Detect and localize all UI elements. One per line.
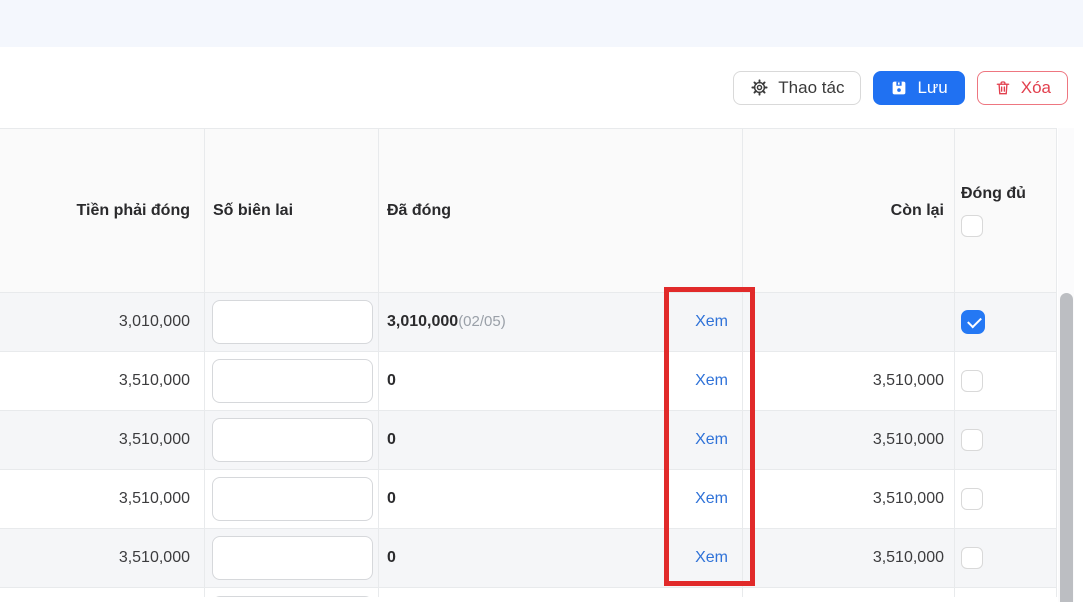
paid-cell: 3,010,000(02/05) Xem	[379, 293, 743, 351]
delete-button[interactable]: Xóa	[977, 71, 1068, 105]
receipt-number-input[interactable]	[212, 300, 373, 344]
paid-full-checkbox[interactable]	[961, 310, 985, 334]
save-button-label: Lưu	[917, 78, 947, 98]
receipt-number-cell	[205, 470, 379, 528]
view-link[interactable]: Xem	[695, 490, 728, 508]
paid-full-cell	[955, 470, 1057, 528]
remaining-cell	[743, 293, 955, 351]
receipt-number-input[interactable]	[212, 596, 373, 597]
paid-cell: 0 Xem	[379, 529, 743, 587]
paid-cell: 0 Xem	[379, 411, 743, 469]
paid-amount: 0	[387, 431, 396, 448]
delete-button-label: Xóa	[1021, 78, 1051, 98]
amount-due-cell: 3,510,000	[0, 470, 205, 528]
remaining-cell: 3,510,000	[743, 411, 955, 469]
paid-full-cell	[955, 529, 1057, 587]
actions-button[interactable]: Thao tác	[733, 71, 861, 105]
paid-amount: 3,010,000	[387, 313, 458, 330]
table-row: 3,510,000 0 Xem 3,510,000	[0, 529, 1057, 588]
paid-amount: 0	[387, 372, 396, 389]
receipt-number-input[interactable]	[212, 359, 373, 403]
payments-table: Tiền phải đóng Số biên lai Đã đóng Còn l…	[0, 128, 1057, 597]
paid-cell: 0 Xem	[379, 470, 743, 528]
receipt-number-cell	[205, 293, 379, 351]
actions-button-label: Thao tác	[778, 78, 844, 98]
paid-full-checkbox[interactable]	[961, 429, 983, 451]
remaining-cell: 3,510,000	[743, 470, 955, 528]
paid-full-checkbox[interactable]	[961, 370, 983, 392]
table-row: 3,510,000 0 Xem 3,510,000	[0, 352, 1057, 411]
page: Thao tác Lưu	[0, 0, 1083, 602]
view-link[interactable]: Xem	[695, 549, 728, 567]
vertical-scrollbar[interactable]	[1058, 128, 1074, 602]
amount-due-cell: 3,510,000	[0, 529, 205, 587]
receipt-number-input[interactable]	[212, 477, 373, 521]
amount-due-cell: 3,010,000	[0, 293, 205, 351]
remaining-cell: 3,510,000	[743, 352, 955, 410]
paid-full-cell	[955, 352, 1057, 410]
receipt-number-cell	[205, 411, 379, 469]
table-header-row: Tiền phải đóng Số biên lai Đã đóng Còn l…	[0, 129, 1057, 293]
save-button[interactable]: Lưu	[873, 71, 964, 105]
remaining-cell: 3,510,000	[743, 529, 955, 587]
paid-amount: 0	[387, 549, 396, 566]
view-link[interactable]: Xem	[695, 431, 728, 449]
view-link[interactable]: Xem	[695, 313, 728, 331]
scrollbar-thumb[interactable]	[1060, 293, 1073, 602]
select-all-checkbox[interactable]	[961, 215, 983, 237]
column-header-paid-full: Đóng đủ	[955, 129, 1057, 292]
column-header-paid: Đã đóng	[379, 129, 743, 292]
column-header-remaining: Còn lại	[743, 129, 955, 292]
table-row: 3,510,000 0 Xem 3,510,000	[0, 411, 1057, 470]
receipt-number-input[interactable]	[212, 418, 373, 462]
table-row-partial	[0, 588, 1057, 597]
table-row: 3,510,000 0 Xem 3,510,000	[0, 470, 1057, 529]
view-link[interactable]: Xem	[695, 372, 728, 390]
trash-icon	[994, 79, 1012, 97]
receipt-number-cell	[205, 352, 379, 410]
receipt-number-input[interactable]	[212, 536, 373, 580]
top-bar	[0, 0, 1083, 47]
amount-due-cell: 3,510,000	[0, 352, 205, 410]
column-header-paid-full-label: Đóng đủ	[961, 185, 1026, 203]
save-icon	[890, 79, 908, 97]
paid-full-cell	[955, 293, 1057, 351]
column-header-amount-due: Tiền phải đóng	[0, 129, 205, 292]
table-row: 3,010,000 3,010,000(02/05) Xem	[0, 293, 1057, 352]
paid-amount: 0	[387, 490, 396, 507]
paid-full-checkbox[interactable]	[961, 488, 983, 510]
column-header-receipt-number: Số biên lai	[205, 129, 379, 292]
amount-due-cell: 3,510,000	[0, 411, 205, 469]
gear-icon	[750, 78, 769, 97]
paid-cell: 0 Xem	[379, 352, 743, 410]
toolbar: Thao tác Lưu	[0, 47, 1083, 128]
paid-note: (02/05)	[458, 313, 506, 330]
paid-full-cell	[955, 411, 1057, 469]
receipt-number-cell	[205, 588, 379, 597]
receipt-number-cell	[205, 529, 379, 587]
paid-full-checkbox[interactable]	[961, 547, 983, 569]
